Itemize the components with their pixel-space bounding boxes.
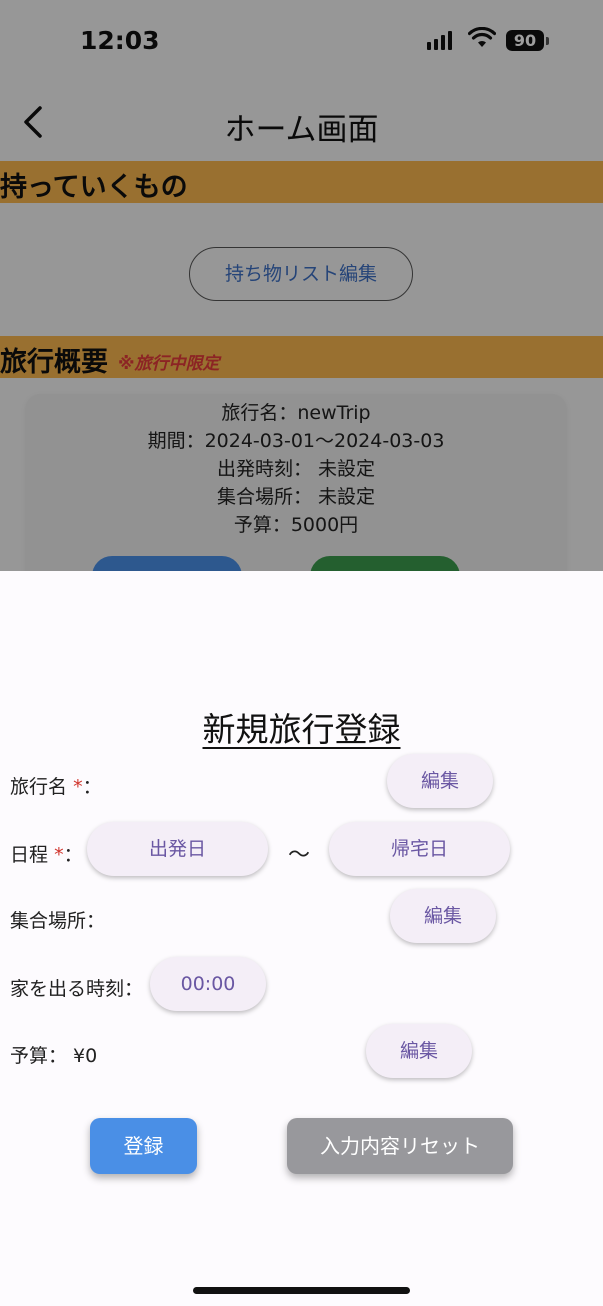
required-mark: * (54, 844, 64, 866)
reset-input-button[interactable]: 入力内容リセット (287, 1118, 513, 1174)
home-indicator[interactable] (193, 1287, 410, 1294)
budget-edit-button[interactable]: 編集 (366, 1024, 472, 1078)
schedule-label: 日程 *： (10, 840, 83, 867)
screen: 12:03 90 ホーム画面 持っていくもの 持ち物リスト編集 旅行概要 ※旅行… (0, 0, 603, 1306)
modal-scrim[interactable] (0, 0, 603, 571)
schedule-label-text: 日程 (10, 844, 49, 866)
leave-time-button[interactable]: 00:00 (150, 957, 266, 1011)
colon: ： (82, 776, 102, 798)
date-range-separator: 〜 (288, 843, 311, 868)
departure-date-button[interactable]: 出発日 (87, 822, 268, 876)
trip-name-label: 旅行名 *： (10, 772, 102, 799)
new-trip-sheet: 新規旅行登録 旅行名 *： 編集 日程 *： 出発日 〜 帰宅日 集合場所： 編… (0, 571, 603, 1306)
register-button[interactable]: 登録 (90, 1118, 197, 1174)
leave-time-label: 家を出る時刻： (10, 978, 144, 1000)
meeting-place-edit-button[interactable]: 編集 (390, 889, 496, 943)
trip-name-label-text: 旅行名 (10, 776, 68, 798)
colon: ： (63, 844, 83, 866)
trip-name-edit-button[interactable]: 編集 (387, 754, 493, 808)
sheet-title: 新規旅行登録 (202, 710, 401, 749)
return-date-button[interactable]: 帰宅日 (329, 822, 510, 876)
required-mark: * (73, 776, 83, 798)
budget-label: 予算： ¥0 (10, 1045, 98, 1067)
meeting-place-label: 集合場所： (10, 910, 106, 932)
